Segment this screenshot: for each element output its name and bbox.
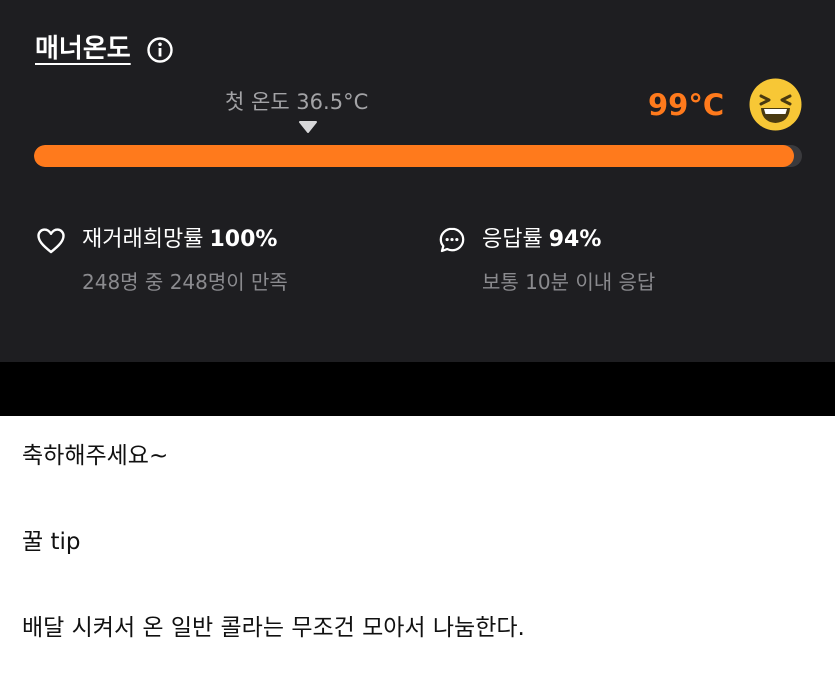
rehire-rate-title: 재거래희망률 <box>82 227 204 252</box>
post-text-line: 배달 시켜서 온 일반 콜라는 무조건 모아서 나눔한다. <box>22 615 525 641</box>
response-rate-label: 응답률 94% <box>482 225 601 255</box>
first-temperature-label: 첫 온도 36.5°C <box>225 90 369 114</box>
temperature-bar <box>34 145 802 167</box>
rehire-rate-value: 100% <box>209 227 278 252</box>
info-icon[interactable] <box>146 36 174 64</box>
current-temperature: 99°C <box>648 88 725 122</box>
rehire-rate-detail: 248명 중 248명이 만족 <box>82 270 288 294</box>
laughing-face-icon <box>749 78 802 131</box>
temperature-bar-fill <box>34 145 795 167</box>
response-rate-detail: 보통 10분 이내 응답 <box>482 270 656 294</box>
chat-bubble-icon <box>439 227 465 253</box>
rehire-rate-label: 재거래희망률 100% <box>82 225 277 255</box>
divider-band <box>0 362 835 416</box>
post-text-line: 꿀 tip <box>22 529 81 555</box>
manner-title[interactable]: 매너온도 <box>35 32 131 66</box>
response-rate-title: 응답률 <box>482 227 543 252</box>
heart-icon <box>37 228 65 254</box>
manner-temperature-panel: 매너온도 첫 온도 36.5°C 99°C 재거래희망률 100% 248명 중 … <box>0 0 835 362</box>
post-text-line: 축하해주세요~ <box>22 443 169 469</box>
first-temperature-marker-icon <box>299 121 317 133</box>
response-rate-value: 94% <box>548 227 602 252</box>
